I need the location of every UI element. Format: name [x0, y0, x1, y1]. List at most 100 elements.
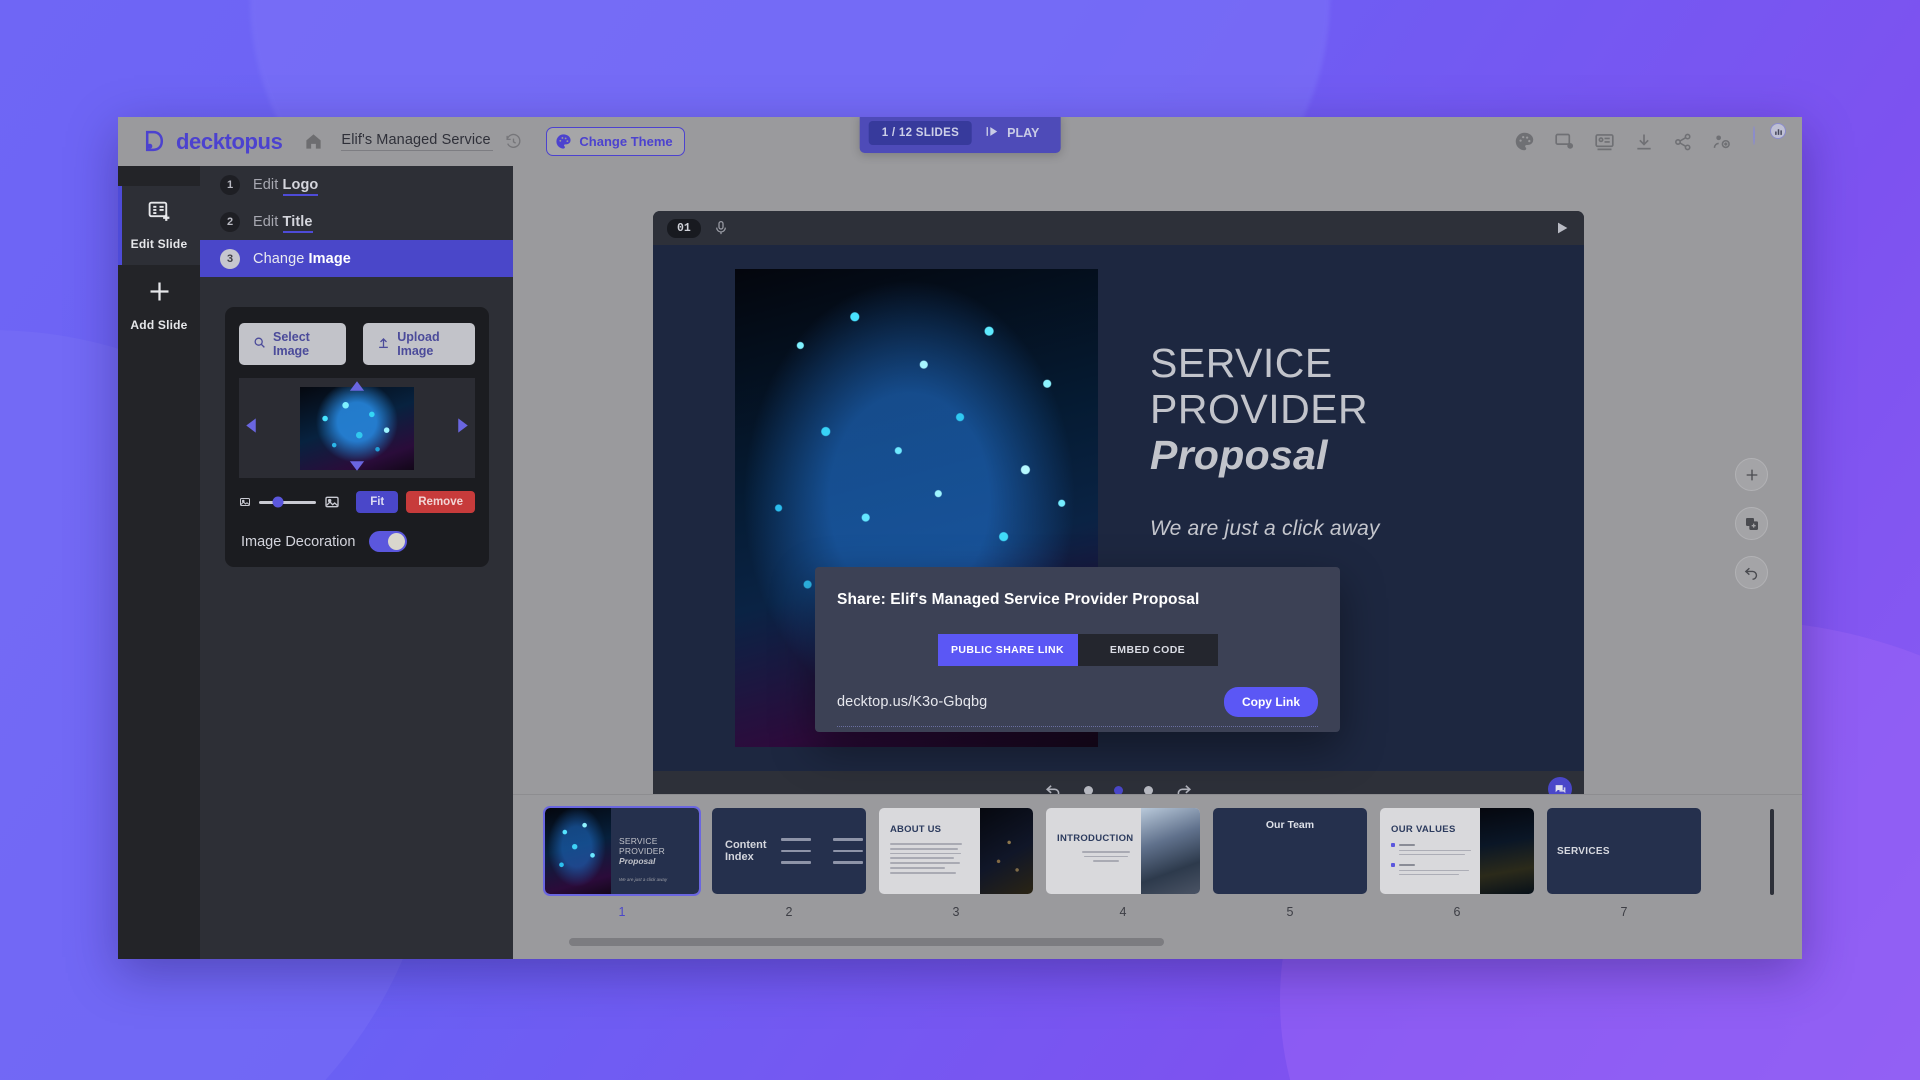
step-number: 3 — [220, 248, 240, 269]
thumbnail-number: 5 — [1286, 905, 1294, 919]
play-label: PLAY — [1007, 126, 1040, 140]
tab-embed-code[interactable]: EMBED CODE — [1077, 634, 1218, 666]
small-image-icon — [239, 496, 251, 508]
filmstrip-scroll-thumb[interactable] — [569, 938, 1164, 946]
edit-slide-icon — [147, 199, 172, 229]
thumbnail-6[interactable]: OUR VALUES 6 — [1380, 808, 1534, 919]
thumbnail-preview[interactable]: ABOUT US — [879, 808, 1033, 894]
thumbnail-title: Our Team — [1265, 819, 1315, 831]
thumbnail-text: OUR VALUES — [1380, 808, 1480, 894]
thumbnail-7[interactable]: SERVICES 7 — [1547, 808, 1701, 919]
palette-icon[interactable] — [1514, 131, 1535, 152]
avatar-badge-icon — [1770, 123, 1786, 139]
tab-public-share-link[interactable]: PUBLIC SHARE LINK — [937, 634, 1078, 666]
decktopus-logo-icon — [142, 129, 167, 154]
undo-icon[interactable] — [1735, 556, 1768, 589]
step-edit-title[interactable]: 2 Edit Title — [200, 203, 513, 240]
present-screen-icon[interactable] — [1554, 131, 1575, 152]
image-preview-stage[interactable] — [239, 378, 475, 478]
share-icon[interactable] — [1673, 132, 1693, 152]
add-slide-icon[interactable] — [1735, 458, 1768, 491]
thumbnail-title: OUR VALUES — [1391, 824, 1456, 835]
share-link-text[interactable]: decktop.us/K3o-Gbqbg — [837, 694, 987, 710]
document-title[interactable]: Elif's Managed Service P — [341, 132, 494, 151]
thumbnail-3[interactable]: ABOUT US 3 — [879, 808, 1033, 919]
thumbnail-preview[interactable]: Our Team — [1213, 808, 1367, 894]
copy-link-button[interactable]: Copy Link — [1223, 687, 1318, 717]
move-image-left-arrow[interactable] — [245, 416, 257, 440]
remove-image-button[interactable]: Remove — [406, 491, 475, 513]
steps-panel: 1 Edit Logo 2 Edit Title 3 Change Image — [200, 166, 513, 959]
thumbnail-5[interactable]: Our Team 5 — [1213, 808, 1367, 919]
search-icon — [253, 336, 266, 352]
rail-item-edit-slide[interactable]: Edit Slide — [118, 186, 200, 265]
rail-item-add-slide[interactable]: Add Slide — [118, 265, 200, 346]
thumbnail-number: 1 — [618, 905, 626, 919]
image-preview-thumbnail — [300, 386, 414, 470]
palette-icon — [555, 133, 572, 150]
image-zoom-row: Fit Remove — [239, 491, 475, 513]
move-image-down-arrow[interactable] — [348, 459, 367, 477]
select-image-button[interactable]: Select Image — [239, 323, 347, 365]
slide-subtitle[interactable]: We are just a click away — [1150, 517, 1534, 541]
thumbnail-preview[interactable]: Content Index — [712, 808, 866, 894]
toggle-knob — [388, 533, 406, 550]
thumbnail-1[interactable]: SERVICE PROVIDER Proposal We are just a … — [543, 806, 701, 919]
home-icon[interactable] — [304, 132, 323, 151]
move-image-up-arrow[interactable] — [348, 379, 367, 397]
slide-number-badge: 01 — [667, 218, 701, 238]
avatar[interactable] — [1753, 123, 1786, 156]
history-icon[interactable] — [505, 133, 522, 150]
top-bar: decktopus Elif's Managed Service P Chang… — [118, 117, 1802, 166]
change-theme-button[interactable]: Change Theme — [546, 127, 685, 156]
add-collaborator-icon[interactable] — [1712, 132, 1732, 152]
thumbnail-title: SERVICE PROVIDER — [619, 836, 665, 856]
thumbnail-image — [545, 808, 611, 894]
step-label: Change Image — [253, 251, 351, 267]
brand-logo[interactable]: decktopus — [142, 129, 283, 155]
thumbnail-body-lines — [890, 843, 980, 874]
step-prefix: Change — [253, 250, 305, 267]
slide-title-line1[interactable]: SERVICE PROVIDER — [1150, 340, 1534, 433]
microphone-icon[interactable] — [713, 220, 729, 236]
fit-image-button[interactable]: Fit — [356, 491, 399, 513]
image-zoom-slider[interactable] — [259, 496, 317, 508]
step-change-image[interactable]: 3 Change Image — [200, 240, 513, 277]
step-target: Logo — [282, 176, 319, 196]
step-label: Edit Logo — [253, 176, 319, 196]
thumbnail-preview[interactable]: SERVICES — [1547, 808, 1701, 894]
slideshow-icon[interactable] — [1594, 131, 1615, 152]
image-decoration-toggle[interactable] — [369, 531, 408, 552]
slides-count-badge[interactable]: 1 / 12 SLIDES — [868, 121, 973, 145]
play-button[interactable]: PLAY — [978, 119, 1051, 147]
upload-image-button[interactable]: Upload Image — [363, 323, 475, 365]
thumbnail-preview[interactable]: SERVICE PROVIDER Proposal We are just a … — [543, 806, 701, 896]
move-image-right-arrow[interactable] — [457, 416, 469, 440]
thumbnail-preview[interactable]: INTRODUCTION — [1046, 808, 1200, 894]
select-image-label: Select Image — [273, 330, 310, 358]
step-prefix: Edit — [253, 213, 279, 230]
step-edit-logo[interactable]: 1 Edit Logo — [200, 166, 513, 203]
duplicate-slide-icon[interactable] — [1735, 507, 1768, 540]
slide-actions-rail — [1735, 458, 1768, 589]
thumbnail-body-lines — [1071, 851, 1141, 862]
step-target: Image — [308, 250, 351, 267]
next-thumbnail-edge[interactable] — [1770, 809, 1774, 895]
filmstrip-scrollbar[interactable] — [513, 934, 1802, 950]
value-block — [1391, 863, 1480, 875]
thumbnail-number: 3 — [952, 905, 960, 919]
slide-play-icon[interactable] — [1554, 220, 1570, 236]
left-rail: Edit Slide Add Slide — [118, 166, 200, 959]
thumbnail-preview[interactable]: OUR VALUES — [1380, 808, 1534, 894]
step-label: Edit Title — [253, 213, 313, 233]
image-source-buttons: Select Image Upload Image — [239, 323, 475, 365]
image-zoom-slider-knob[interactable] — [272, 496, 284, 508]
thumbnail-number: 2 — [785, 905, 793, 919]
share-link-row: decktop.us/K3o-Gbqbg Copy Link — [837, 687, 1318, 727]
slide-title-line2[interactable]: Proposal — [1150, 432, 1534, 479]
share-modal-title: Share: Elif's Managed Service Provider P… — [837, 591, 1200, 608]
app-body: Edit Slide Add Slide 1 Edit Logo 2 Edit … — [118, 166, 1802, 959]
download-icon[interactable] — [1634, 132, 1654, 152]
thumbnail-4[interactable]: INTRODUCTION 4 — [1046, 808, 1200, 919]
thumbnail-2[interactable]: Content Index 2 — [712, 808, 866, 919]
